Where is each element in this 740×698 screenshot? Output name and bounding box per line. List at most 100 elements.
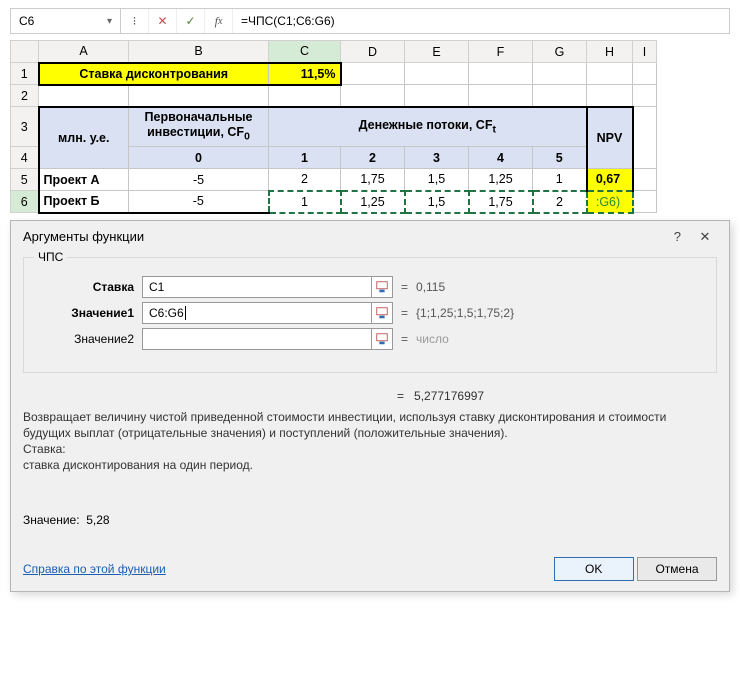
function-arguments-dialog: Аргументы функции ? ✕ ЧПС Ставка C1 = 0,… [10,220,730,593]
cell[interactable] [533,63,587,85]
cell[interactable]: млн. у.е. [39,107,129,169]
col-header[interactable]: A [39,41,129,63]
cell[interactable] [633,85,657,107]
cancel-formula-icon[interactable]: ✕ [149,9,177,33]
close-icon[interactable]: ✕ [693,229,717,245]
row-header[interactable]: 1 [11,63,39,85]
param-description: Ставка: ставка дисконтирования на один п… [23,441,717,473]
arg-input-value1[interactable]: C6:G6 [142,302,372,324]
cell[interactable]: 1 [533,169,587,191]
short-result: Значение: 5,28 [23,513,717,527]
cell[interactable]: -5 [129,191,269,213]
cell[interactable] [269,85,341,107]
dialog-title: Аргументы функции [23,229,144,244]
help-link[interactable]: Справка по этой функции [23,562,166,576]
select-all-corner[interactable] [11,41,39,63]
row-header[interactable]: 4 [11,147,39,169]
cell[interactable] [587,85,633,107]
cell-sub: 0 [244,131,250,142]
cell[interactable]: 2 [269,169,341,191]
formula-text: =ЧПС(C1;C6:G6) [241,14,335,28]
cell[interactable] [341,85,405,107]
cell[interactable]: -5 [129,169,269,191]
cell[interactable]: 1 [269,191,341,213]
ok-button[interactable]: OK [554,557,634,581]
cell[interactable]: 2 [533,191,587,213]
cell[interactable]: Первоначальные инвестиции, CF0 [129,107,269,147]
cell[interactable]: 1,75 [341,169,405,191]
cell[interactable] [341,63,405,85]
collapse-range-icon[interactable] [371,276,393,298]
cell[interactable] [129,85,269,107]
arg-label: Значение1 [32,306,142,320]
cell[interactable] [405,63,469,85]
cell[interactable]: 0,67 [587,169,633,191]
cell[interactable]: 1,5 [405,169,469,191]
cell[interactable]: Проект А [39,169,129,191]
formula-bar: C6 ▾ ⁝ ✕ ✓ fx =ЧПС(C1;C6:G6) [10,8,730,34]
col-header[interactable]: E [405,41,469,63]
col-header[interactable]: I [633,41,657,63]
cell[interactable] [469,85,533,107]
cancel-button[interactable]: Отмена [637,557,717,581]
cell[interactable]: Ставка дисконтрования [39,63,269,85]
cell-sub: t [492,125,495,136]
cell[interactable] [533,85,587,107]
cell[interactable]: 3 [405,147,469,169]
arg-label: Ставка [32,280,142,294]
fx-icon[interactable]: fx [205,9,233,33]
equals-sign: = [401,332,408,346]
col-header[interactable]: G [533,41,587,63]
cell[interactable]: 5 [533,147,587,169]
col-header[interactable]: B [129,41,269,63]
function-name: ЧПС [34,250,67,264]
formula-input[interactable]: =ЧПС(C1;C6:G6) [233,9,729,33]
col-header[interactable]: D [341,41,405,63]
cell[interactable] [633,107,657,169]
collapse-icon[interactable]: ⁝ [121,9,149,33]
equals-sign: = [401,280,408,294]
cell[interactable]: 1,5 [405,191,469,213]
arg-input-value2[interactable] [142,328,372,350]
cell[interactable] [633,191,657,213]
enter-formula-icon[interactable]: ✓ [177,9,205,33]
name-box-value: C6 [19,14,34,28]
chevron-down-icon[interactable]: ▾ [107,16,112,27]
collapse-range-icon[interactable] [371,328,393,350]
formula-result: = 5,277176997 [23,389,717,403]
col-header[interactable]: F [469,41,533,63]
row-header[interactable]: 6 [11,191,39,213]
cell-editing[interactable]: :G6) [587,191,633,213]
row-header[interactable]: 3 [11,107,39,147]
cell[interactable] [39,85,129,107]
worksheet-grid[interactable]: A B C D E F G H I 1 Ставка дисконтровани… [10,40,657,214]
cell[interactable] [633,169,657,191]
cell[interactable]: 4 [469,147,533,169]
cell[interactable]: 1,75 [469,191,533,213]
cell[interactable]: 0 [129,147,269,169]
cell[interactable] [587,63,633,85]
cell[interactable]: 2 [341,147,405,169]
help-icon[interactable]: ? [665,229,689,244]
cell[interactable]: Денежные потоки, CFt [269,107,587,147]
cell[interactable] [405,85,469,107]
arg-evaluated: 0,115 [416,280,445,294]
col-header[interactable]: H [587,41,633,63]
collapse-range-icon[interactable] [371,302,393,324]
cell[interactable]: 11,5% [269,63,341,85]
col-header[interactable]: C [269,41,341,63]
arg-input-rate[interactable]: C1 [142,276,372,298]
argument-row: Значение2 = число [32,328,708,350]
function-description: Возвращает величину чистой приведенной с… [23,409,717,441]
cell[interactable]: NPV [587,107,633,169]
cell[interactable] [633,63,657,85]
cell[interactable]: 1 [269,147,341,169]
row-header[interactable]: 5 [11,169,39,191]
cell[interactable]: 1,25 [469,169,533,191]
cell[interactable] [469,63,533,85]
row-header[interactable]: 2 [11,85,39,107]
name-box[interactable]: C6 ▾ [11,9,121,33]
cell[interactable]: 1,25 [341,191,405,213]
arg-label: Значение2 [32,332,142,346]
cell[interactable]: Проект Б [39,191,129,213]
